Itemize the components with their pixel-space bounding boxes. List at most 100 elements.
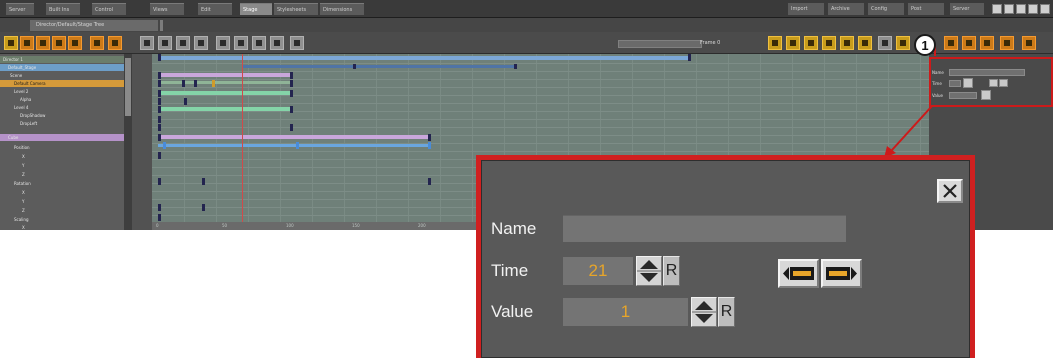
name-field[interactable] bbox=[563, 215, 846, 242]
menu-tab-stage[interactable]: Stage bbox=[240, 3, 272, 15]
keyframe[interactable] bbox=[353, 64, 356, 69]
scale-keys-icon[interactable] bbox=[252, 36, 266, 50]
tree-item[interactable]: Z bbox=[0, 207, 124, 214]
menu-tab-import[interactable]: Import bbox=[788, 3, 824, 15]
tree-item[interactable]: X bbox=[0, 189, 124, 196]
align-left-icon[interactable] bbox=[140, 36, 154, 50]
time-reset-button[interactable]: R bbox=[663, 256, 680, 286]
keyframe[interactable] bbox=[202, 178, 205, 185]
document-tab[interactable]: Director/Default/Stage Tree bbox=[30, 20, 158, 31]
step-back-icon[interactable] bbox=[822, 36, 836, 50]
menu-tab-control[interactable]: Control bbox=[92, 3, 126, 15]
menu-tab-built-ins[interactable]: Built Ins bbox=[46, 3, 80, 15]
menu-tab-server[interactable]: Server bbox=[6, 3, 34, 15]
prev-keyframe-button[interactable] bbox=[778, 259, 819, 288]
keyframe[interactable] bbox=[202, 204, 205, 211]
align-right-icon[interactable] bbox=[176, 36, 190, 50]
tree-item[interactable]: DropShadow bbox=[0, 112, 124, 119]
time-spinner[interactable] bbox=[636, 256, 662, 286]
keyframe[interactable] bbox=[158, 152, 161, 159]
animation-bar[interactable] bbox=[158, 81, 292, 84]
tree-item[interactable]: Z bbox=[0, 171, 124, 178]
keyframe[interactable] bbox=[290, 106, 293, 113]
keyframe[interactable] bbox=[688, 54, 691, 61]
animation-bar[interactable] bbox=[158, 107, 292, 111]
tree-item[interactable]: X bbox=[0, 224, 124, 231]
menu-tab-edit[interactable]: Edit bbox=[198, 3, 232, 15]
tree-item[interactable]: Rotation bbox=[0, 180, 124, 187]
menu-tab-archive[interactable]: Archive bbox=[828, 3, 864, 15]
tree-item[interactable]: Default_Stage bbox=[0, 64, 124, 71]
animation-bar[interactable] bbox=[158, 73, 292, 77]
keyframe[interactable] bbox=[158, 178, 161, 185]
goto-start-icon[interactable] bbox=[858, 36, 872, 50]
frame-slider[interactable] bbox=[618, 40, 702, 48]
key-delete-icon[interactable] bbox=[1000, 36, 1014, 50]
animation-bar[interactable] bbox=[158, 144, 430, 147]
keyframe[interactable] bbox=[158, 80, 161, 87]
keyframe[interactable] bbox=[158, 98, 161, 105]
keyframe[interactable] bbox=[290, 80, 293, 87]
keyframe[interactable] bbox=[163, 142, 166, 149]
keyframe[interactable] bbox=[290, 124, 293, 131]
keyframe[interactable] bbox=[194, 80, 197, 87]
graph-icon[interactable] bbox=[896, 36, 910, 50]
keyframe[interactable] bbox=[290, 90, 293, 97]
key-prev-icon[interactable] bbox=[944, 36, 958, 50]
close-button[interactable] bbox=[937, 179, 963, 203]
keyframe[interactable] bbox=[158, 90, 161, 97]
keyframe[interactable] bbox=[514, 64, 517, 69]
tree-item[interactable]: Director 1 bbox=[0, 56, 124, 63]
distribute-icon[interactable] bbox=[194, 36, 208, 50]
tree-scrollbar-thumb[interactable] bbox=[125, 58, 131, 116]
keyframe[interactable] bbox=[296, 142, 299, 149]
tree-item[interactable]: DropLeft bbox=[0, 120, 124, 127]
value-reset-button[interactable]: R bbox=[718, 297, 735, 327]
move-keys-right-icon[interactable] bbox=[234, 36, 248, 50]
tree-item[interactable]: Default Camera bbox=[0, 80, 124, 87]
keyframe[interactable] bbox=[428, 178, 431, 185]
tree-item[interactable]: Level 4 bbox=[0, 104, 124, 111]
settings-icon[interactable] bbox=[1028, 4, 1038, 14]
keyframe[interactable] bbox=[158, 116, 161, 123]
key-tool-icon[interactable] bbox=[4, 36, 18, 50]
keyframe[interactable] bbox=[428, 142, 431, 149]
tree-item[interactable]: Alpha bbox=[0, 96, 124, 103]
key-add-icon[interactable] bbox=[962, 36, 976, 50]
tree-item[interactable]: Y bbox=[0, 162, 124, 169]
properties-icon[interactable] bbox=[1022, 36, 1036, 50]
zoom-selection-icon[interactable] bbox=[68, 36, 82, 50]
goto-end-icon[interactable] bbox=[878, 36, 892, 50]
loop-icon[interactable] bbox=[804, 36, 818, 50]
help-icon[interactable] bbox=[1016, 4, 1026, 14]
keyframe[interactable] bbox=[158, 134, 161, 141]
keyframe[interactable] bbox=[158, 106, 161, 113]
menu-tab-views[interactable]: Views bbox=[150, 3, 184, 15]
keyframe[interactable] bbox=[158, 72, 161, 79]
align-center-icon[interactable] bbox=[158, 36, 172, 50]
value-spinner[interactable] bbox=[691, 297, 717, 327]
menu-tab-stylesheets[interactable]: Stylesheets bbox=[274, 3, 318, 15]
animation-bar[interactable] bbox=[158, 135, 430, 139]
keyframe[interactable] bbox=[212, 80, 215, 87]
animation-bar[interactable] bbox=[158, 91, 292, 95]
tree-item[interactable]: Y bbox=[0, 198, 124, 205]
play-icon[interactable] bbox=[768, 36, 782, 50]
tree-item[interactable]: Cube bbox=[0, 134, 124, 141]
keyframe[interactable] bbox=[290, 72, 293, 79]
keyframe[interactable] bbox=[158, 204, 161, 211]
animation-bar[interactable] bbox=[242, 65, 517, 68]
menu-tab-post[interactable]: Post bbox=[908, 3, 944, 15]
curve-icon[interactable] bbox=[290, 36, 304, 50]
keyframe[interactable] bbox=[184, 98, 187, 105]
keyframe[interactable] bbox=[428, 134, 431, 141]
tree-item[interactable]: Position bbox=[0, 144, 124, 151]
tree-scrollbar[interactable] bbox=[124, 54, 132, 230]
next-keyframe-button[interactable] bbox=[821, 259, 862, 288]
menu-tab-config[interactable]: Config bbox=[868, 3, 904, 15]
reverse-keys-icon[interactable] bbox=[270, 36, 284, 50]
window-close-icon[interactable] bbox=[1040, 4, 1050, 14]
record-icon[interactable] bbox=[90, 36, 104, 50]
keyframe[interactable] bbox=[182, 80, 185, 87]
zoom-fit-icon[interactable] bbox=[52, 36, 66, 50]
